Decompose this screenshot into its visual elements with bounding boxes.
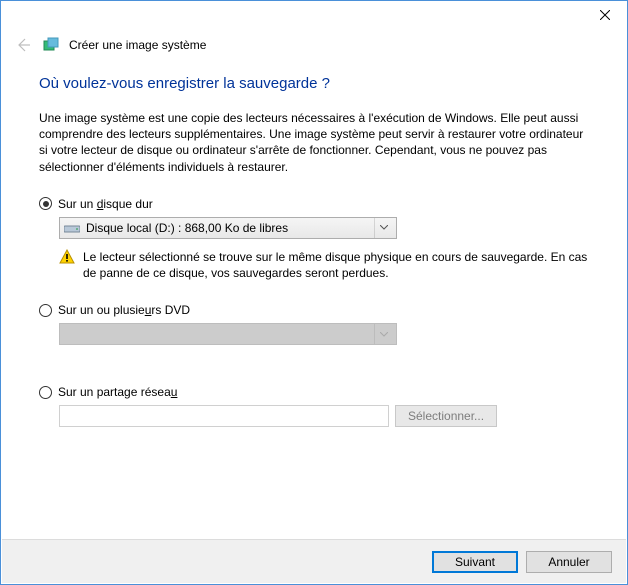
chevron-down-icon (374, 324, 392, 344)
drive-select-value: Disque local (D:) : 868,00 Ko de libres (86, 221, 368, 235)
titlebar (1, 1, 627, 29)
close-icon (600, 10, 610, 20)
network-input-row: Sélectionner... (59, 405, 589, 427)
network-path-input (59, 405, 389, 427)
back-arrow-icon (15, 37, 31, 53)
content-area: Où voulez-vous enregistrer la sauvegarde… (1, 63, 627, 427)
cancel-button-label: Annuler (548, 555, 589, 569)
radio-network[interactable]: Sur un partage réseau (39, 385, 589, 399)
radio-network-label: Sur un partage réseau (58, 385, 177, 399)
close-button[interactable] (583, 1, 627, 29)
radio-dvd[interactable]: Sur un ou plusieurs DVD (39, 303, 589, 317)
header-row: Créer une image système (1, 29, 627, 63)
warning-icon (59, 249, 75, 265)
radio-icon (39, 386, 52, 399)
window-title: Créer une image système (69, 38, 206, 52)
page-heading: Où voulez-vous enregistrer la sauvegarde… (39, 75, 589, 92)
option-dvd: Sur un ou plusieurs DVD (39, 303, 589, 345)
footer: Suivant Annuler (2, 539, 626, 583)
radio-icon (39, 304, 52, 317)
option-hard-disk: Sur un disque dur Disque local (D:) : 86… (39, 197, 589, 281)
chevron-down-icon (374, 218, 392, 238)
radio-icon (39, 197, 52, 210)
page-description: Une image système est une copie des lect… (39, 110, 589, 175)
option-network: Sur un partage réseau Sélectionner... (39, 385, 589, 427)
warning-text: Le lecteur sélectionné se trouve sur le … (83, 249, 589, 281)
cancel-button[interactable]: Annuler (526, 551, 612, 573)
radio-dvd-label: Sur un ou plusieurs DVD (58, 303, 190, 317)
next-button[interactable]: Suivant (432, 551, 518, 573)
app-icon (43, 37, 59, 53)
drive-select[interactable]: Disque local (D:) : 868,00 Ko de libres (59, 217, 397, 239)
warning-row: Le lecteur sélectionné se trouve sur le … (59, 249, 589, 281)
dvd-select (59, 323, 397, 345)
next-button-label: Suivant (455, 555, 495, 569)
radio-hard-disk[interactable]: Sur un disque dur (39, 197, 589, 211)
network-select-button: Sélectionner... (395, 405, 497, 427)
radio-hard-disk-label: Sur un disque dur (58, 197, 153, 211)
hard-drive-icon (64, 223, 80, 233)
back-button[interactable] (13, 35, 33, 55)
